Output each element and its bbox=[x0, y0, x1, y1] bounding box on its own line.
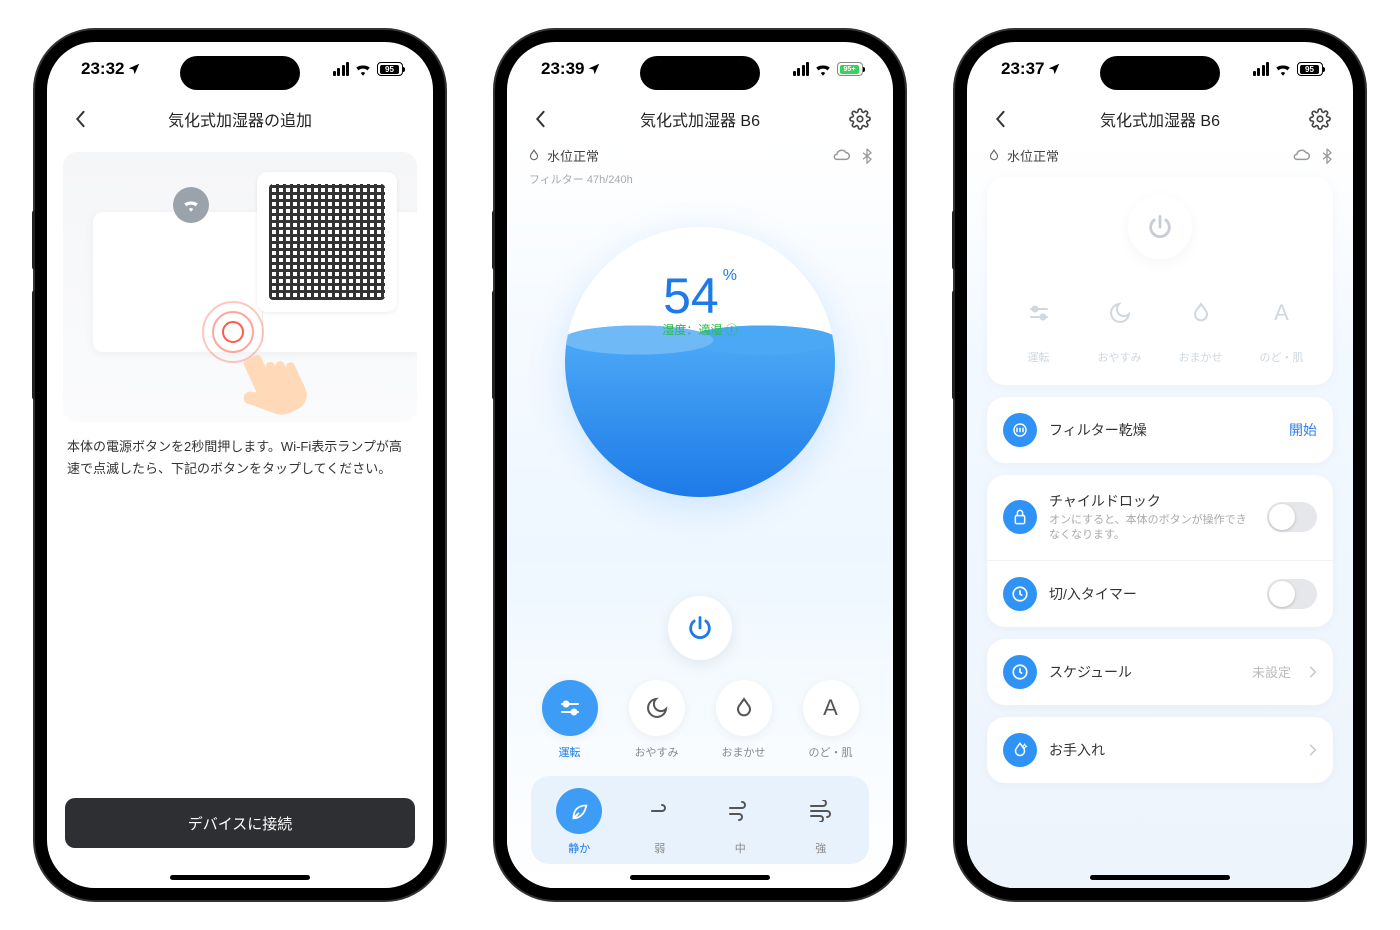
clock-icon bbox=[1003, 655, 1037, 689]
status-time: 23:37 bbox=[1001, 59, 1044, 79]
instruction-text: 本体の電源ボタンを2秒間押します。Wi-Fi表示ランプが高速で点滅したら、下記の… bbox=[47, 422, 433, 494]
back-button[interactable] bbox=[65, 104, 95, 134]
signal-icon bbox=[793, 62, 810, 76]
location-icon bbox=[1047, 62, 1061, 76]
mode-auto[interactable]: おまかせ bbox=[705, 672, 782, 768]
sliders-icon bbox=[542, 680, 598, 736]
fan-speed-selector: 静か 弱 中 強 bbox=[531, 776, 869, 864]
moon-icon bbox=[629, 680, 685, 736]
chevron-right-icon bbox=[1309, 665, 1317, 679]
back-button[interactable] bbox=[525, 104, 555, 134]
humidity-unit: % bbox=[723, 267, 737, 284]
home-indicator[interactable] bbox=[170, 875, 310, 880]
mode-sleep[interactable]: おやすみ bbox=[618, 672, 695, 768]
droplet-icon bbox=[1173, 285, 1229, 341]
bluetooth-icon[interactable] bbox=[861, 148, 873, 164]
droplet-icon bbox=[716, 680, 772, 736]
mode-manual[interactable]: 運転 bbox=[1003, 277, 1074, 373]
power-button[interactable] bbox=[668, 596, 732, 660]
water-level-label: 水位正常 bbox=[1007, 146, 1059, 165]
clock-icon bbox=[1003, 577, 1037, 611]
filter-dry-icon bbox=[1003, 413, 1037, 447]
hand-pointer-icon bbox=[228, 342, 318, 422]
humidity-gauge: 54% 湿度：適湿 ⓘ bbox=[565, 227, 835, 497]
lock-icon bbox=[1003, 500, 1037, 534]
water-level-label: 水位正常 bbox=[547, 146, 599, 165]
row-maintenance[interactable]: お手入れ bbox=[987, 717, 1333, 783]
child-lock-toggle[interactable] bbox=[1267, 502, 1317, 532]
mode-selector: 運転 おやすみ おまかせ A のど・肌 bbox=[507, 672, 893, 776]
bluetooth-icon[interactable] bbox=[1321, 148, 1333, 164]
row-filter-dry[interactable]: フィルター乾燥 開始 bbox=[987, 397, 1333, 463]
wifi-icon bbox=[814, 62, 832, 76]
row-child-lock: チャイルドロック オンにすると、本体のボタンが操作できなくなります。 bbox=[987, 475, 1333, 560]
wind-low-icon bbox=[637, 788, 683, 834]
moon-icon bbox=[1092, 285, 1148, 341]
location-icon bbox=[587, 62, 601, 76]
battery-icon: 95 bbox=[377, 62, 403, 76]
power-button[interactable] bbox=[1128, 195, 1192, 259]
status-time: 23:32 bbox=[81, 59, 124, 79]
humidity-status: 湿度：適湿 ⓘ bbox=[565, 321, 835, 338]
letter-a-icon: A bbox=[1254, 285, 1310, 341]
cloud-icon[interactable] bbox=[1291, 149, 1311, 163]
mode-throat-skin[interactable]: A のど・肌 bbox=[1246, 277, 1317, 373]
location-icon bbox=[127, 62, 141, 76]
droplet-sparkle-icon bbox=[1003, 733, 1037, 767]
signal-icon bbox=[1253, 62, 1270, 76]
page-title: 気化式加湿器 B6 bbox=[1100, 107, 1220, 131]
fan-mid[interactable]: 中 bbox=[700, 788, 781, 856]
wifi-indicator-icon bbox=[173, 187, 209, 223]
wifi-icon bbox=[1274, 62, 1292, 76]
page-title: 気化式加湿器の追加 bbox=[168, 107, 312, 131]
droplet-icon bbox=[527, 149, 541, 163]
timer-toggle[interactable] bbox=[1267, 579, 1317, 609]
connect-device-button[interactable]: デバイスに接続 bbox=[65, 798, 415, 848]
home-indicator[interactable] bbox=[630, 875, 770, 880]
mode-throat-skin[interactable]: A のど・肌 bbox=[792, 672, 869, 768]
nav-bar: 気化式加湿器 B6 bbox=[507, 96, 893, 142]
settings-button[interactable] bbox=[1305, 104, 1335, 134]
leaf-icon bbox=[556, 788, 602, 834]
humidity-value: 54 bbox=[663, 268, 719, 324]
wifi-icon bbox=[354, 62, 372, 76]
battery-icon: 95+ bbox=[837, 62, 863, 76]
mode-auto[interactable]: おまかせ bbox=[1165, 277, 1236, 373]
settings-button[interactable] bbox=[845, 104, 875, 134]
fan-low[interactable]: 弱 bbox=[620, 788, 701, 856]
filter-status: フィルター 47h/240h bbox=[507, 169, 893, 197]
instruction-illustration bbox=[63, 152, 417, 422]
mode-sleep[interactable]: おやすみ bbox=[1084, 277, 1155, 373]
sliders-icon bbox=[1011, 285, 1067, 341]
nav-bar: 気化式加湿器の追加 bbox=[47, 96, 433, 142]
row-timer: 切/入タイマー bbox=[987, 560, 1333, 627]
droplet-icon bbox=[987, 149, 1001, 163]
status-time: 23:39 bbox=[541, 59, 584, 79]
chevron-right-icon bbox=[1309, 743, 1317, 757]
row-schedule[interactable]: スケジュール 未設定 bbox=[987, 639, 1333, 705]
filter-dry-start[interactable]: 開始 bbox=[1289, 420, 1317, 440]
wind-high-icon bbox=[798, 788, 844, 834]
letter-a-icon: A bbox=[803, 680, 859, 736]
page-title: 気化式加湿器 B6 bbox=[640, 107, 760, 131]
cloud-icon[interactable] bbox=[831, 149, 851, 163]
battery-icon: 95 bbox=[1297, 62, 1323, 76]
mode-manual[interactable]: 運転 bbox=[531, 672, 608, 768]
wind-mid-icon bbox=[717, 788, 763, 834]
signal-icon bbox=[333, 62, 350, 76]
back-button[interactable] bbox=[985, 104, 1015, 134]
fan-quiet[interactable]: 静か bbox=[539, 788, 620, 856]
home-indicator[interactable] bbox=[1090, 875, 1230, 880]
nav-bar: 気化式加湿器 B6 bbox=[967, 96, 1353, 142]
fan-high[interactable]: 強 bbox=[781, 788, 862, 856]
